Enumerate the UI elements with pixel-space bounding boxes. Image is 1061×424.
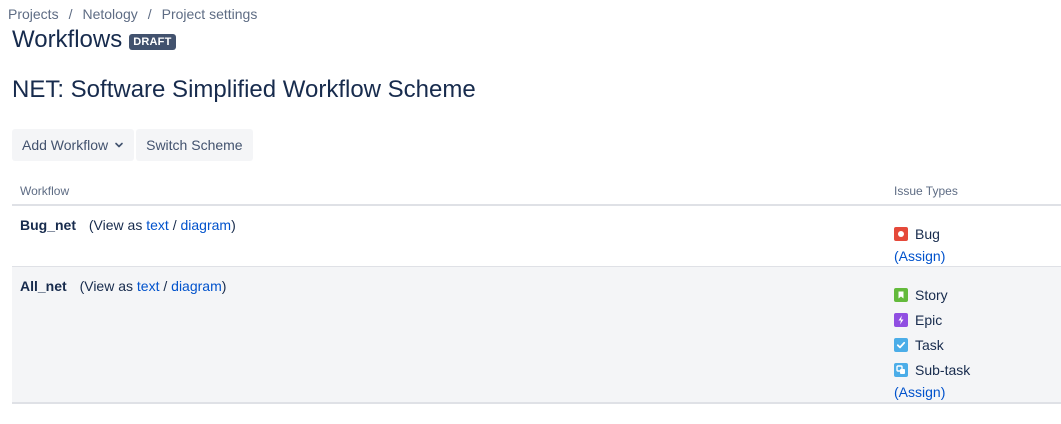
title-row: Workflows DRAFT (12, 26, 176, 54)
issue-type-label: Task (915, 336, 944, 353)
assign-line: (Assign) (894, 382, 970, 402)
issue-type-label: Sub-task (915, 361, 971, 378)
story-icon (894, 287, 908, 302)
workflows-page: Projects / Netology / Project settings W… (0, 0, 1061, 424)
table-header: Workflow Issue Types (12, 176, 1061, 206)
close-paren: ) (221, 278, 227, 294)
switch-scheme-button[interactable]: Switch Scheme (136, 129, 253, 161)
issue-type-bug: Bug (894, 221, 945, 246)
view-as-prefix: (View as (88, 217, 143, 233)
issue-type-label: Epic (915, 311, 943, 328)
subtask-icon (894, 362, 908, 377)
add-workflow-label: Add Workflow (22, 137, 109, 153)
workflow-name: All_net (20, 278, 67, 294)
epic-icon (894, 312, 908, 327)
assign-close-paren: ) (940, 248, 946, 264)
assign-close-paren: ) (940, 384, 946, 400)
issue-type-subtask: Sub-task (894, 357, 970, 382)
assign-link[interactable]: Assign (899, 384, 941, 400)
issue-type-label: Story (915, 286, 948, 303)
chevron-down-icon (114, 140, 124, 150)
add-workflow-button[interactable]: Add Workflow (12, 129, 135, 161)
draft-badge: DRAFT (129, 34, 176, 50)
issue-types-cell: Bug (Assign) (894, 221, 945, 266)
breadcrumb-netology[interactable]: Netology (82, 6, 137, 22)
toolbar: Add Workflow Switch Scheme (12, 129, 253, 161)
breadcrumb-projects[interactable]: Projects (8, 6, 59, 22)
workflow-cell: Bug_net (View as text / diagram) (20, 217, 236, 233)
close-paren: ) (231, 217, 236, 233)
breadcrumb-project-settings[interactable]: Project settings (162, 6, 258, 22)
view-as-text-link[interactable]: text (146, 217, 169, 233)
issue-type-epic: Epic (894, 307, 970, 332)
assign-link[interactable]: Assign (899, 248, 941, 264)
slash: / (163, 278, 168, 294)
view-as-diagram-link[interactable]: diagram (171, 278, 222, 294)
table-row: All_net (View as text / diagram) Story E… (12, 267, 1061, 404)
scheme-name: NET: Software Simplified Workflow Scheme (12, 76, 476, 103)
column-header-issue-types: Issue Types (894, 184, 958, 198)
breadcrumb-separator: / (68, 6, 73, 22)
workflow-cell: All_net (View as text / diagram) (20, 278, 226, 294)
task-icon (894, 337, 908, 352)
issue-type-task: Task (894, 332, 970, 357)
workflows-table: Workflow Issue Types Bug_net (View as te… (12, 176, 1061, 404)
view-as-prefix: (View as (79, 278, 134, 294)
bug-icon (894, 226, 908, 241)
assign-line: (Assign) (894, 246, 945, 266)
table-row: Bug_net (View as text / diagram) Bug (As… (12, 206, 1061, 267)
issue-types-cell: Story Epic Task Sub-task (Assign) (894, 282, 970, 402)
breadcrumb-separator: / (147, 6, 152, 22)
breadcrumb: Projects / Netology / Project settings (8, 6, 257, 22)
issue-type-story: Story (894, 282, 970, 307)
view-as-diagram-link[interactable]: diagram (180, 217, 231, 233)
workflow-name: Bug_net (20, 217, 76, 233)
issue-type-label: Bug (915, 225, 940, 242)
column-header-workflow: Workflow (20, 184, 70, 198)
slash: / (172, 217, 177, 233)
view-as-text-link[interactable]: text (137, 278, 160, 294)
page-title: Workflows (12, 26, 123, 53)
